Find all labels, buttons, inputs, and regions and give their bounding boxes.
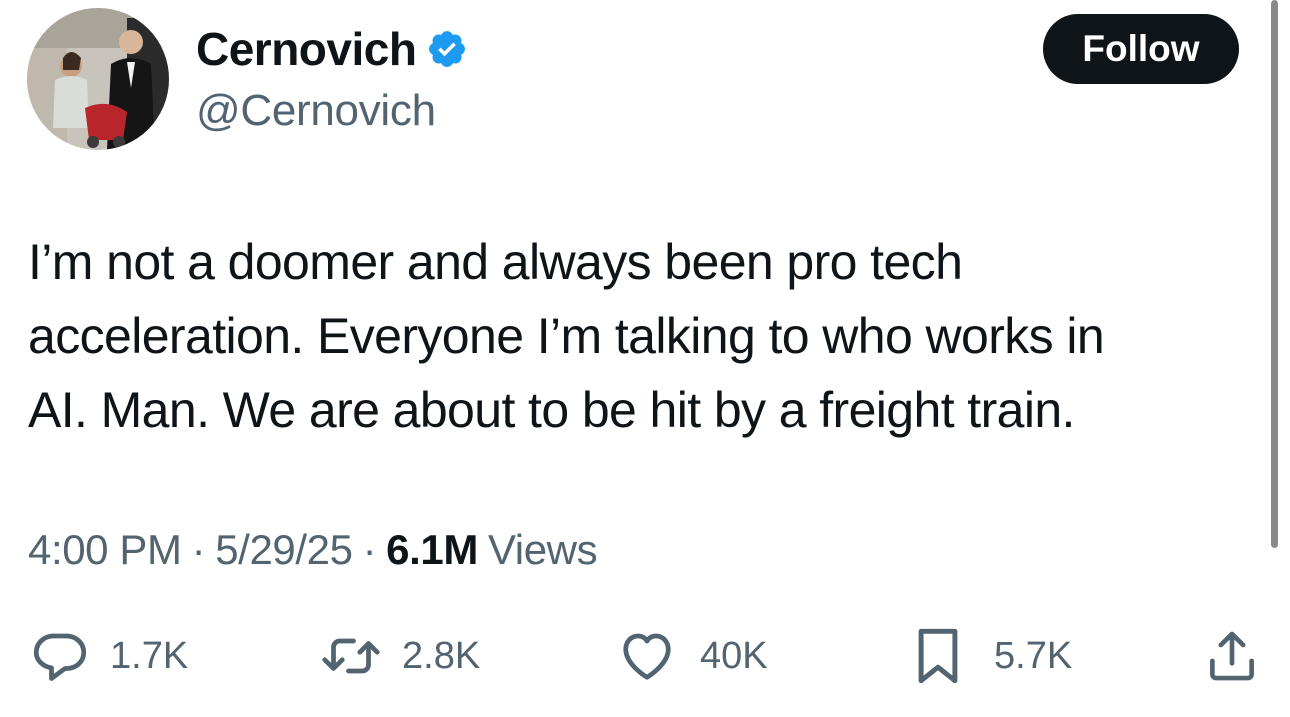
meta-separator: · [191,526,206,573]
reply-button[interactable]: 1.7K [30,624,188,688]
share-button[interactable] [1205,624,1259,688]
tweet-actions: 1.7K 2.8K 40K 5.7K [0,624,1290,688]
repost-button[interactable]: 2.8K [318,624,480,688]
bookmark-button[interactable]: 5.7K [912,624,1072,688]
display-name[interactable]: Cernovich [196,22,417,76]
verified-badge-icon[interactable] [426,28,468,70]
follow-button[interactable]: Follow [1043,14,1239,84]
repost-icon [318,626,384,686]
tweet-date[interactable]: 5/29/25 [215,526,353,574]
author-name-row[interactable]: Cernovich [196,22,468,76]
views-label[interactable]: Views [488,526,598,574]
views-count[interactable]: 6.1M [386,526,478,574]
like-count: 40K [700,634,768,677]
reply-icon [30,626,90,686]
author-handle[interactable]: @Cernovich [196,86,436,136]
meta-separator: · [362,526,377,573]
tweet-meta: 4:00 PM · 5/29/25 · 6.1M Views [28,526,598,574]
share-icon [1205,626,1259,686]
repost-count: 2.8K [402,634,481,677]
reply-count: 1.7K [110,634,189,677]
like-button[interactable]: 40K [616,624,768,688]
tweet-time[interactable]: 4:00 PM [28,526,182,574]
tweet-text: I’m not a doomer and always been pro tec… [28,234,1105,438]
bookmark-count: 5.7K [994,634,1073,677]
bookmark-icon [912,624,964,688]
avatar-image [27,8,169,150]
scrollbar[interactable] [1271,0,1278,548]
avatar[interactable] [27,8,169,150]
heart-icon [616,626,678,686]
